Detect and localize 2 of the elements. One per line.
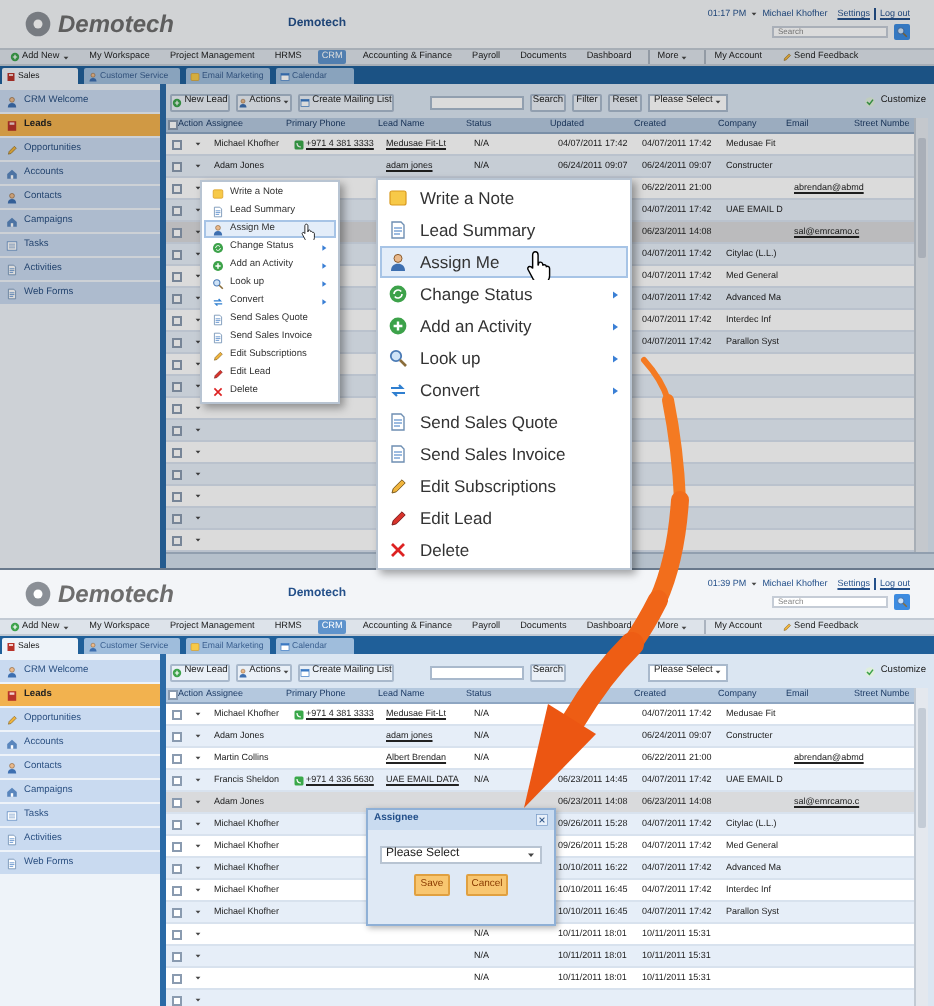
logo-text: Demotech <box>58 578 175 612</box>
logo-text: Demotech <box>58 8 175 42</box>
